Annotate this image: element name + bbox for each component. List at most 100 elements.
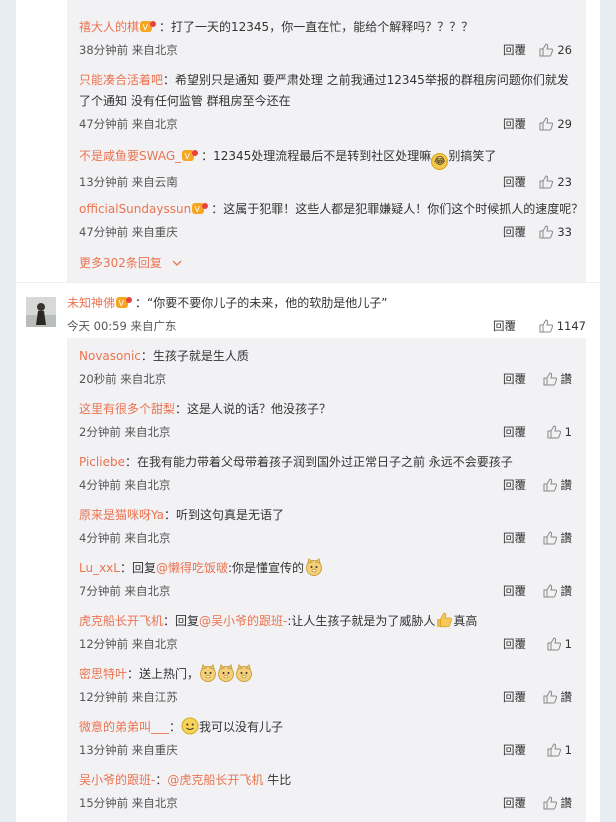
reply-button[interactable]: 回覆 bbox=[503, 740, 526, 760]
reply-time: 12分钟前 来自北京 bbox=[79, 637, 178, 651]
reply-time: 4分钟前 来自北京 bbox=[79, 531, 171, 545]
like-count: 29 bbox=[557, 117, 572, 131]
laughing-emoji-icon: 😂 bbox=[431, 153, 449, 170]
reply-username[interactable]: officialSundayssun bbox=[79, 202, 191, 216]
reply-username[interactable]: 密思特叶 bbox=[79, 667, 127, 681]
reply-item: 微意的弟弟叫___： 我可以没有儿子 13分钟前 来自重庆 回覆 1 bbox=[79, 717, 586, 760]
like-count: 26 bbox=[557, 43, 572, 57]
reply-button[interactable]: 回覆 bbox=[503, 475, 526, 495]
like-count: 讚 bbox=[560, 796, 573, 810]
reply-button[interactable]: 回覆 bbox=[503, 172, 526, 192]
more-replies-link[interactable]: 更多302条回复 bbox=[79, 254, 586, 271]
vip-badge-icon: V bbox=[192, 203, 209, 214]
reply-button[interactable]: 回覆 bbox=[503, 422, 526, 442]
like-button[interactable]: 讚 bbox=[543, 528, 573, 548]
like-count: 讚 bbox=[560, 531, 573, 545]
reply-button[interactable]: 回覆 bbox=[493, 316, 516, 336]
reply-item: 原来是猫咪呀Ya：听到这句真是无语了 4分钟前 来自北京 回覆 讚 bbox=[79, 505, 586, 548]
reply-text: ：回复 bbox=[119, 561, 156, 575]
reply-text-after: :让人生孩子就是为了威胁人 bbox=[287, 614, 436, 628]
like-button[interactable]: 讚 bbox=[543, 793, 573, 813]
like-button[interactable]: 讚 bbox=[543, 475, 573, 495]
like-button[interactable]: 讚 bbox=[543, 369, 573, 389]
reply-username[interactable]: 不是咸鱼要SWAG_ bbox=[79, 149, 181, 163]
reply-item: 只能凑合活着吧：希望别只是通知 要严肃处理 之前我通过12345举报的群租房问题… bbox=[79, 70, 586, 134]
like-count: 1147 bbox=[556, 319, 586, 333]
reply-text-continued: 了个通知 没有任何监管 群租房至今还在 bbox=[79, 94, 291, 108]
like-count: 讚 bbox=[560, 478, 573, 492]
reply-username[interactable]: Lu_xxL bbox=[79, 561, 120, 575]
reply-time: 13分钟前 来自云南 bbox=[79, 175, 178, 189]
more-replies-label[interactable]: 更多302条回复 bbox=[79, 256, 162, 270]
svg-text:V: V bbox=[119, 299, 125, 308]
reply-time: 12分钟前 来自江苏 bbox=[79, 690, 178, 704]
reply-username[interactable]: 只能凑合活着吧 bbox=[79, 73, 163, 87]
reply-username[interactable]: 虎克船长开飞机 bbox=[79, 614, 163, 628]
thumbs-up-icon bbox=[543, 796, 557, 810]
reply-thread-top: 禧大人的棋 V ：打了一天的12345，你一直在忙，能给个解释吗？？？？ 38分钟前… bbox=[67, 0, 586, 282]
thumbs-up-icon bbox=[543, 372, 557, 386]
like-button[interactable]: 1147 bbox=[539, 316, 586, 336]
mention-link[interactable]: @懒得吃饭啵 bbox=[156, 561, 228, 575]
reply-thread-main: Novasonic：生孩子就是生人质 20秒前 来自北京 回覆 讚 这里有很多个… bbox=[67, 338, 586, 822]
avatar[interactable] bbox=[26, 297, 56, 327]
reply-text-after: 别搞笑了 bbox=[448, 149, 497, 163]
reply-time: 47分钟前 来自北京 bbox=[79, 117, 178, 131]
reply-username[interactable]: 禧大人的棋 bbox=[79, 20, 139, 34]
reply-item: 这里有很多个甜梨：这是人说的话？他没孩子？ 2分钟前 来自北京 回覆 1 bbox=[79, 399, 586, 442]
comment-username[interactable]: 未知神佛 bbox=[67, 296, 115, 310]
reply-time: 47分钟前 来自重庆 bbox=[79, 225, 178, 239]
reply-username[interactable]: Novasonic bbox=[79, 349, 141, 363]
thumbs-up-icon bbox=[543, 478, 557, 492]
reply-time: 15分钟前 来自北京 bbox=[79, 796, 178, 810]
reply-time: 20秒前 来自北京 bbox=[79, 372, 167, 386]
reply-time: 4分钟前 来自北京 bbox=[79, 478, 171, 492]
reply-username[interactable]: 微意的弟弟叫___ bbox=[79, 720, 169, 734]
reply-button[interactable]: 回覆 bbox=[503, 222, 526, 242]
mention-link[interactable]: @吴小爷的跟班- bbox=[199, 614, 287, 628]
like-count: 33 bbox=[557, 225, 572, 239]
mention-link[interactable]: @虎克船长开飞机 bbox=[167, 773, 263, 787]
chevron-down-icon bbox=[172, 260, 182, 266]
reply-button[interactable]: 回覆 bbox=[503, 634, 526, 654]
thumbs-up-icon bbox=[539, 175, 554, 189]
like-button[interactable]: 1 bbox=[547, 422, 572, 442]
thumbs-up-icon bbox=[539, 319, 553, 333]
reply-button[interactable]: 回覆 bbox=[503, 369, 526, 389]
reply-text: ：送上热门， bbox=[127, 667, 200, 681]
doge-emoji-icon bbox=[218, 664, 235, 682]
svg-text:V: V bbox=[185, 152, 191, 161]
reply-text: ： bbox=[169, 720, 182, 734]
reply-item: Novasonic：生孩子就是生人质 20秒前 来自北京 回覆 讚 bbox=[79, 346, 586, 389]
reply-username[interactable]: Picliebe bbox=[79, 455, 125, 469]
like-button[interactable]: 23 bbox=[539, 172, 572, 192]
doge-emoji-icon bbox=[236, 664, 253, 682]
reply-text-end: 真高 bbox=[453, 614, 478, 628]
reply-button[interactable]: 回覆 bbox=[503, 40, 526, 60]
reply-username[interactable]: 这里有很多个甜梨 bbox=[79, 402, 175, 416]
like-count: 1 bbox=[564, 637, 572, 651]
reply-item: 虎克船长开飞机：回复@吴小爷的跟班-:让人生孩子就是为了威胁人 真高 12分钟前 … bbox=[79, 611, 586, 654]
like-count: 讚 bbox=[560, 584, 573, 598]
reply-text: ：生孩子就是生人质 bbox=[140, 349, 249, 363]
reply-text-after: 我可以没有儿子 bbox=[199, 720, 284, 734]
like-button[interactable]: 讚 bbox=[543, 687, 572, 707]
reply-button[interactable]: 回覆 bbox=[503, 528, 526, 548]
thumbs-up-emoji-icon bbox=[437, 612, 453, 628]
reply-username[interactable]: 吴小爷的跟班- bbox=[79, 773, 155, 787]
comment-text: ：“你要不要你儿子的未来，他的软肋是他儿子” bbox=[135, 296, 388, 310]
like-button[interactable]: 29 bbox=[539, 114, 572, 134]
like-button[interactable]: 26 bbox=[539, 40, 572, 60]
like-button[interactable]: 讚 bbox=[543, 581, 573, 601]
like-button[interactable]: 1 bbox=[547, 634, 572, 654]
reply-item: Picliebe：在我有能力带着父母带着孩子润到国外过正常日子之前 永远不会要孩… bbox=[79, 452, 586, 495]
like-button[interactable]: 33 bbox=[539, 222, 572, 242]
like-count: 讚 bbox=[560, 372, 573, 386]
like-button[interactable]: 1 bbox=[547, 740, 572, 760]
reply-button[interactable]: 回覆 bbox=[503, 114, 526, 134]
reply-button[interactable]: 回覆 bbox=[503, 687, 526, 707]
thumbs-up-icon bbox=[539, 117, 554, 131]
reply-username[interactable]: 原来是猫咪呀Ya bbox=[79, 508, 164, 522]
reply-button[interactable]: 回覆 bbox=[503, 581, 526, 601]
reply-button[interactable]: 回覆 bbox=[503, 793, 526, 813]
